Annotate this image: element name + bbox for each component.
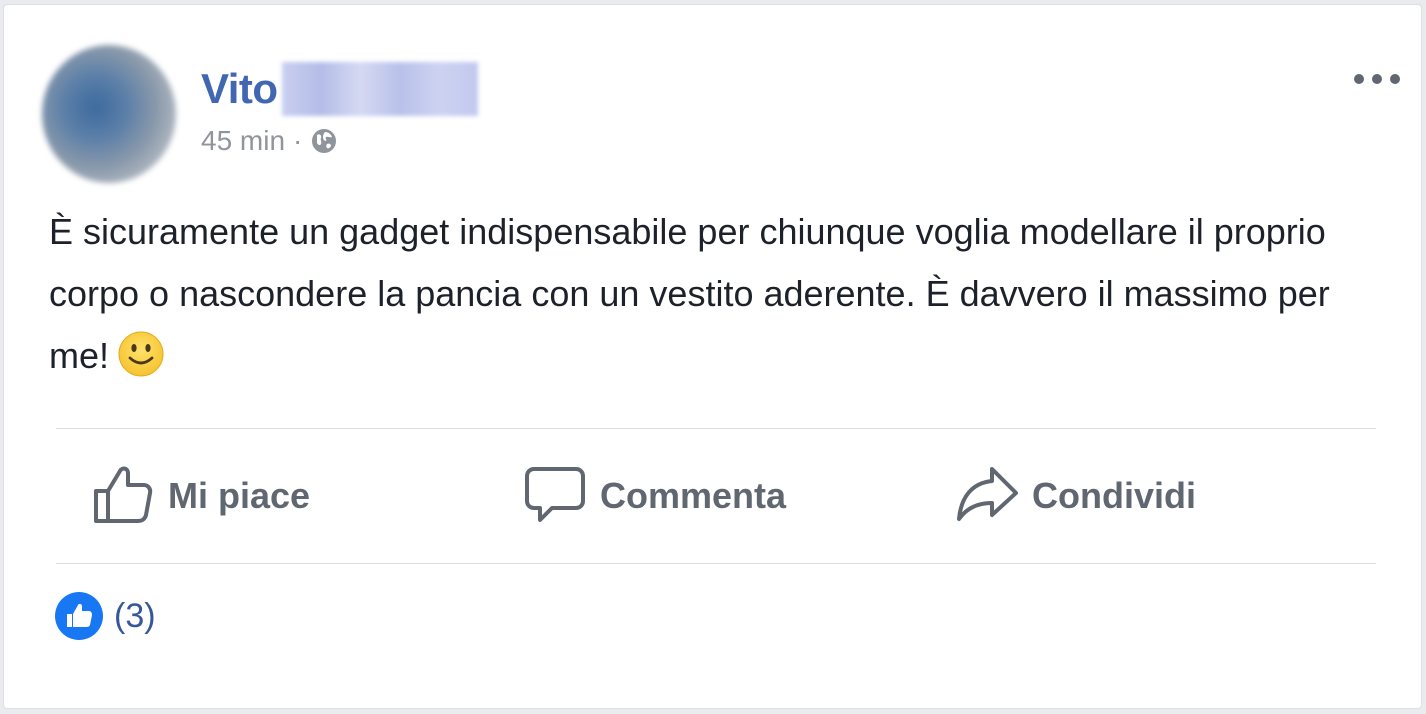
more-dot — [1372, 74, 1382, 84]
like-button[interactable]: Mi piace — [92, 461, 310, 531]
reaction-count: (3) — [114, 596, 156, 635]
more-options-icon[interactable] — [1354, 69, 1400, 89]
comment-label: Commenta — [600, 475, 787, 516]
like-reaction-icon — [55, 592, 103, 640]
globe-icon[interactable] — [310, 127, 338, 155]
reactions-summary[interactable]: (3) — [55, 591, 156, 641]
divider-top — [56, 428, 1376, 429]
post-body: È sicuramente un gadget indispensabile p… — [49, 201, 1389, 387]
speech-bubble-icon — [524, 463, 586, 530]
smiling-face-emoji-icon — [117, 330, 165, 378]
post-card: Vito 45 min · È sicuramente un gadget in… — [3, 4, 1422, 709]
post-text: È sicuramente un gadget indispensabile p… — [49, 211, 1330, 376]
meta-separator: · — [293, 125, 303, 156]
like-label: Mi piace — [168, 475, 311, 516]
share-label: Condividi — [1032, 475, 1196, 516]
avatar[interactable] — [42, 45, 176, 183]
more-dot — [1390, 74, 1400, 84]
author-row: Vito — [201, 61, 478, 117]
author-surname-redacted — [281, 62, 478, 116]
comment-button[interactable]: Commenta — [524, 461, 786, 531]
thumbs-up-icon — [92, 463, 154, 530]
post-meta: 45 min · — [201, 123, 338, 159]
more-dot — [1354, 74, 1364, 84]
share-button[interactable]: Condividi — [956, 461, 1196, 531]
share-arrow-icon — [956, 463, 1018, 530]
author-name[interactable]: Vito — [201, 65, 278, 113]
post-timestamp[interactable]: 45 min — [201, 125, 285, 157]
divider-bottom — [56, 563, 1376, 564]
